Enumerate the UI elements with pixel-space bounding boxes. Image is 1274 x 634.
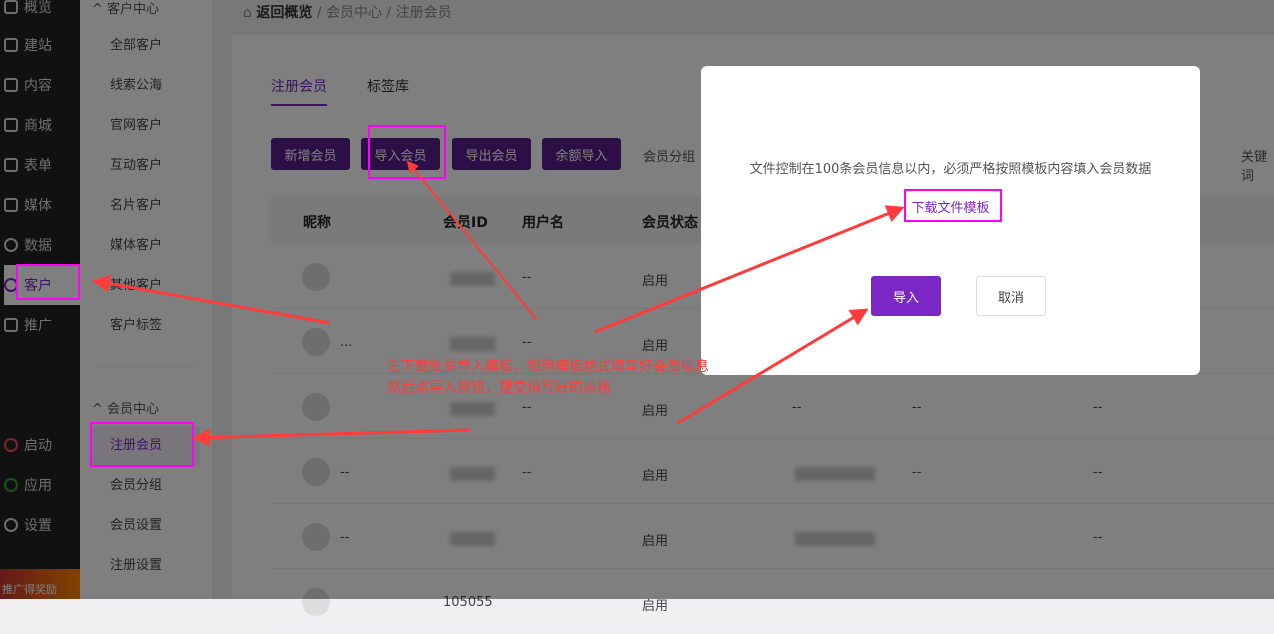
annotation-line: 先下载批量导入模板，按照模板格式填写好会员信息	[387, 359, 709, 375]
arrow	[192, 428, 471, 447]
arrow	[92, 274, 331, 325]
annotation-text: 先下载批量导入模板，按照模板格式填写好会员信息 然后点导入按钮，提交填写好的表格	[387, 357, 709, 399]
arrow	[594, 205, 905, 334]
annotation-line: 然后点导入按钮，提交填写好的表格	[387, 380, 611, 396]
arrow	[406, 160, 538, 321]
annotation-arrows	[92, 160, 905, 447]
